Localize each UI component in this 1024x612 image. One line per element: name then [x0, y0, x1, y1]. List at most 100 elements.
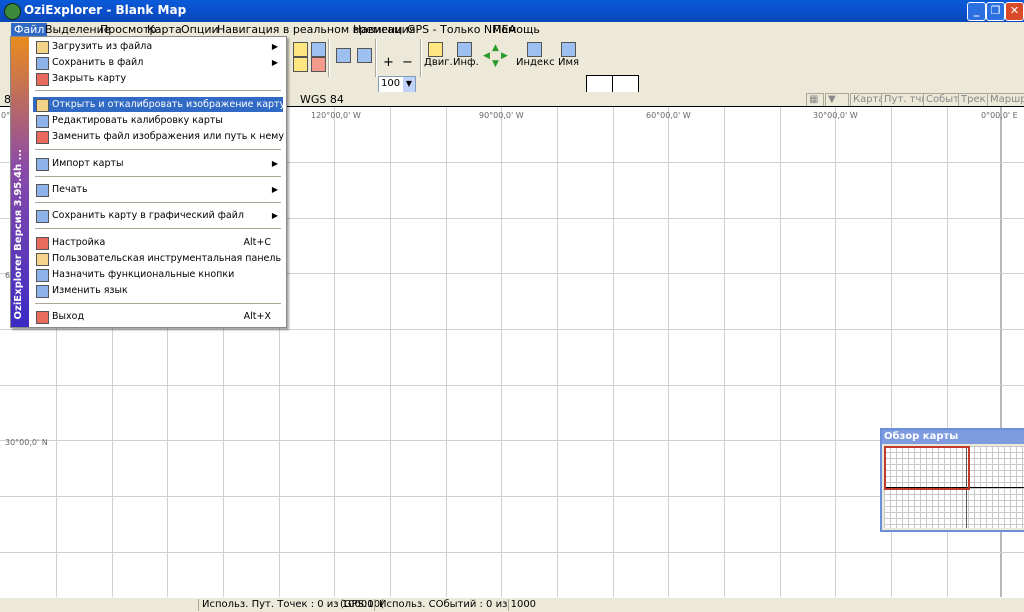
version-banner-text: OziExplorer Версия 3.95.4h ...: [13, 148, 24, 319]
shortcut-text: Alt+C: [243, 237, 271, 248]
grid-line: [724, 107, 725, 598]
edit-calibration-icon: [36, 115, 49, 128]
open-folder-icon: [36, 41, 49, 54]
open-image-icon: [36, 99, 49, 112]
grid-line: [0, 385, 1024, 386]
menu-separator: [35, 228, 281, 229]
menu-item-exit[interactable]: Выход Alt+X: [33, 309, 283, 324]
zoom-out-icon[interactable]: −: [402, 55, 413, 70]
menu-item-change-language[interactable]: Изменить язык: [33, 283, 283, 298]
toolbar-separator: [375, 39, 377, 77]
file-menu-dropdown: OziExplorer Версия 3.95.4h ... Загрузить…: [10, 36, 287, 328]
lon-label: 90°00,0' W: [479, 111, 524, 120]
grid-line: [334, 107, 335, 598]
grid-line: [0, 440, 1024, 441]
grid-line: [0, 329, 1024, 330]
menu-item-custom-toolbar[interactable]: Пользовательская инструментальная панель: [33, 251, 283, 266]
submenu-arrow-icon: ▶: [271, 42, 278, 51]
index-label[interactable]: Индекс: [516, 57, 555, 68]
lon-label: 0°: [1, 111, 11, 120]
menu-item-import-map[interactable]: Импорт карты ▶: [33, 156, 283, 171]
info-label[interactable]: Инф.: [453, 57, 479, 68]
menu-separator: [35, 303, 281, 304]
keyboard-icon: [36, 269, 49, 282]
maximize-button[interactable]: ❐: [986, 2, 1005, 21]
pan-arrows-icon[interactable]: ▲ ▼ ◀ ▶: [483, 43, 509, 69]
menu-item-function-keys[interactable]: Назначить функциональные кнопки: [33, 267, 283, 282]
name-label[interactable]: Имя: [558, 57, 579, 68]
zoom-value: 100: [381, 78, 401, 89]
import-icon: [36, 158, 49, 171]
menu-separator: [35, 176, 281, 177]
name-search-icon[interactable]: [558, 39, 578, 59]
chevron-down-icon[interactable]: ▼: [403, 77, 415, 92]
toggle-events-button[interactable]: Событ: [923, 93, 962, 107]
status-divider: [374, 599, 375, 611]
magnifier-icon[interactable]: [333, 45, 353, 65]
save-dropdown-icon[interactable]: ▼: [825, 93, 849, 107]
status-gps: (GPS:10(: [340, 599, 385, 610]
grid-line: [390, 107, 391, 598]
menu-bar: Файл Выделение Просмотр Карта Опции Нави…: [0, 22, 1024, 37]
status-events: Использ. СОбытий : 0 из 1000: [379, 599, 537, 610]
grid-line: [835, 107, 836, 598]
menu-separator: [35, 90, 281, 91]
lon-label: 0°00,0' E: [981, 111, 1018, 120]
toolbar-icon: [36, 253, 49, 266]
replace-image-icon: [36, 131, 49, 144]
menu-item-edit-calibration[interactable]: Редактировать калибровку карты: [33, 113, 283, 128]
menu-item-load-from-file[interactable]: Загрузить из файла ▶: [33, 39, 283, 54]
menu-item-settings[interactable]: Настройка Alt+C: [33, 235, 283, 250]
status-divider: [198, 599, 199, 611]
title-bar: OziExplorer - Blank Map _ ❐ ✕: [0, 0, 1024, 22]
submenu-arrow-icon: ▶: [271, 58, 278, 67]
toolbar-separator: [328, 39, 330, 77]
zoom-select[interactable]: 100 ▼: [378, 76, 416, 93]
measure-icon[interactable]: [308, 54, 328, 74]
lat-label: 30°00,0' N: [5, 438, 48, 447]
printer-icon: [36, 184, 49, 197]
overview-title[interactable]: Обзор карты: [882, 430, 1024, 444]
toggle-track-button[interactable]: Трек: [958, 93, 989, 107]
save-icon: [36, 57, 49, 70]
zoom-in-icon[interactable]: +: [383, 55, 394, 70]
lon-label: 120°00,0' W: [311, 111, 361, 120]
datum-label: WGS 84: [300, 93, 344, 106]
menu-item-save-map-image[interactable]: Сохранить карту в графический файл ▶: [33, 208, 283, 223]
menu-separator: [35, 149, 281, 150]
menu-item-replace-image[interactable]: Заменить файл изображения или путь к нем…: [33, 129, 284, 144]
close-button[interactable]: ✕: [1005, 2, 1024, 21]
index-icon[interactable]: [524, 39, 544, 59]
menu-item-open-calibrate[interactable]: Открыть и откалибровать изображение карт…: [33, 97, 285, 112]
status-bar: Использ. Пут. Точек : 0 из 10000 (GPS:10…: [0, 597, 1024, 612]
lock-icon[interactable]: [425, 39, 445, 59]
grid-line: [0, 552, 1024, 553]
paste-icon[interactable]: [290, 54, 310, 74]
close-map-icon: [36, 73, 49, 86]
grid-line: [780, 107, 781, 598]
overview-window[interactable]: Обзор карты: [880, 428, 1024, 532]
menu-item-close-map[interactable]: Закрыть карту: [33, 71, 283, 86]
info-icon[interactable]: [454, 39, 474, 59]
menu-item-print[interactable]: Печать ▶: [33, 182, 283, 197]
overview-viewport-rect[interactable]: [884, 446, 970, 490]
settings-tools-icon: [36, 237, 49, 250]
move-label[interactable]: Двиг.: [424, 57, 453, 68]
menu-help[interactable]: Помощь: [490, 23, 543, 36]
grid-line: [557, 107, 558, 598]
submenu-arrow-icon: ▶: [271, 159, 278, 168]
lon-label: 30°00,0' W: [813, 111, 858, 120]
grid-line: [613, 107, 614, 598]
lon-label: 60°00,0' W: [646, 111, 691, 120]
minimize-button[interactable]: _: [967, 2, 986, 21]
menu-separator: [35, 202, 281, 203]
window-view-icon[interactable]: [354, 45, 374, 65]
shortcut-text: Alt+X: [243, 311, 271, 322]
menu-item-save-to-file[interactable]: Сохранить в файл ▶: [33, 55, 283, 70]
status-divider: [508, 599, 509, 611]
window-title: OziExplorer - Blank Map: [24, 3, 187, 17]
bmp-icon: [36, 210, 49, 223]
map-export-icon[interactable]: ▦: [806, 93, 824, 107]
app-icon[interactable]: [4, 3, 21, 20]
toggle-route-button[interactable]: Маршр: [987, 93, 1024, 107]
